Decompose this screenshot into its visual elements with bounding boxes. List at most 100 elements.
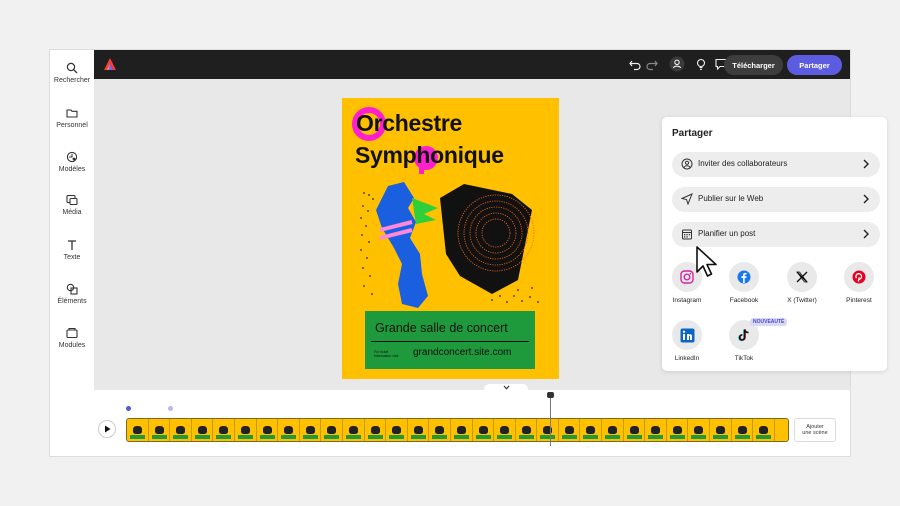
send-icon (681, 193, 693, 205)
social-label: Instagram (672, 297, 702, 304)
invite-icon (681, 158, 693, 170)
poster-title-line2[interactable]: Symphonique (355, 142, 504, 169)
poster-venue-box[interactable]: Grande salle de concert For ticket infor… (365, 311, 535, 369)
scene-thumbnail[interactable] (321, 419, 343, 441)
scene-thumbnail[interactable] (666, 419, 689, 441)
poster-small-text[interactable]: For ticket information visit (374, 350, 402, 358)
playhead-handle[interactable] (547, 392, 554, 398)
poster-site[interactable]: grandconcert.site.com (413, 347, 511, 358)
marker-dot[interactable] (126, 406, 131, 411)
scene-thumbnail[interactable] (170, 419, 192, 441)
play-icon (104, 425, 110, 433)
scene-thumbnail[interactable] (364, 419, 387, 441)
share-facebook[interactable]: Facebook (722, 262, 766, 304)
add-scene-button[interactable]: Ajouter une scène (794, 418, 836, 442)
media-icon (66, 194, 78, 206)
social-label: TikTok (734, 355, 754, 362)
timeline: Ajouter une scène (94, 390, 850, 456)
sidebar-item-modules[interactable]: Modules (50, 327, 94, 349)
download-button[interactable]: Télécharger (724, 55, 783, 75)
scene-thumbnail[interactable] (731, 419, 754, 441)
app-logo-icon[interactable] (103, 57, 117, 71)
instagram-icon (680, 270, 694, 284)
mouse-cursor-icon (696, 246, 717, 277)
poster-design[interactable]: Orchestre Symphonique Grande salle de co… (342, 98, 559, 379)
scene-thumbnail[interactable] (386, 419, 408, 441)
row-label: Planifier un post (698, 229, 756, 238)
sidebar-item-elements[interactable]: Éléments (50, 283, 94, 305)
scene-thumbnail[interactable] (213, 419, 235, 441)
share-tiktok[interactable]: TikTok (722, 320, 766, 362)
sidebar-item-label: Éléments (57, 298, 87, 305)
scene-thumbnail[interactable] (623, 419, 646, 441)
schedule-post-row[interactable]: Planifier un post (672, 222, 880, 247)
scene-thumbnail[interactable] (342, 419, 365, 441)
marker-dot[interactable] (168, 406, 173, 411)
search-icon (66, 62, 78, 74)
share-x-twitter[interactable]: X (Twitter) (780, 262, 824, 304)
scene-thumbnail[interactable] (127, 419, 149, 441)
sidebar-item-label: Personnel (56, 122, 88, 129)
left-sidebar: Rechercher Personnel Modèles Média Texte… (50, 50, 94, 456)
row-label: Publier sur le Web (698, 194, 764, 203)
scene-thumbnail[interactable] (299, 419, 322, 441)
sidebar-item-personal[interactable]: Personnel (50, 107, 94, 129)
scene-thumbnail[interactable] (472, 419, 495, 441)
elements-icon (66, 283, 78, 295)
redo-icon[interactable] (645, 57, 659, 71)
scene-thumbnail[interactable] (580, 419, 603, 441)
sidebar-item-media[interactable]: Média (50, 194, 94, 216)
poster-title-line1[interactable]: Orchestre (356, 110, 462, 137)
poster-divider (371, 341, 529, 342)
sidebar-item-label: Texte (63, 254, 81, 261)
scene-thumbnail[interactable] (558, 419, 581, 441)
scene-thumbnail[interactable] (753, 419, 775, 441)
scene-strip[interactable] (126, 418, 789, 442)
top-toolbar: Télécharger Partager (94, 50, 850, 79)
sidebar-item-templates[interactable]: Modèles (50, 151, 94, 173)
app-window: Rechercher Personnel Modèles Média Texte… (50, 50, 887, 456)
scene-thumbnail[interactable] (602, 419, 624, 441)
scene-thumbnail[interactable] (710, 419, 732, 441)
x-twitter-icon (796, 271, 808, 283)
pinterest-icon (852, 270, 866, 284)
text-icon (68, 240, 76, 250)
calendar-icon (682, 229, 692, 240)
design-canvas[interactable]: Orchestre Symphonique Grande salle de co… (94, 79, 887, 390)
scene-thumbnail[interactable] (688, 419, 711, 441)
row-label: Inviter des collaborateurs (698, 159, 788, 168)
scene-thumbnail[interactable] (537, 419, 559, 441)
social-label: Facebook (729, 297, 759, 304)
share-panel: Partager Inviter des collaborateurs Publ… (662, 117, 887, 371)
publish-web-row[interactable]: Publier sur le Web (672, 187, 880, 212)
play-button[interactable] (98, 420, 116, 438)
templates-icon (66, 151, 78, 163)
scene-thumbnail[interactable] (278, 419, 300, 441)
undo-icon[interactable] (628, 57, 642, 71)
scene-thumbnail[interactable] (148, 419, 171, 441)
user-icon[interactable] (669, 56, 685, 72)
scene-thumbnail[interactable] (450, 419, 473, 441)
sidebar-item-label: Modèles (58, 166, 86, 173)
sidebar-item-label: Média (62, 209, 82, 216)
playhead[interactable] (550, 393, 551, 446)
sidebar-item-text[interactable]: Texte (50, 239, 94, 261)
poster-venue[interactable]: Grande salle de concert (375, 321, 508, 335)
scene-thumbnail[interactable] (494, 419, 516, 441)
sidebar-item-label: Modules (58, 342, 86, 349)
scene-thumbnail[interactable] (515, 419, 538, 441)
share-button[interactable]: Partager (787, 55, 842, 75)
share-linkedin[interactable]: LinkedIn (665, 320, 709, 362)
scene-thumbnail[interactable] (645, 419, 667, 441)
chevron-right-icon (863, 194, 869, 204)
sidebar-item-search[interactable]: Rechercher (50, 62, 94, 84)
invite-collaborators-row[interactable]: Inviter des collaborateurs (672, 152, 880, 177)
scene-thumbnail[interactable] (256, 419, 279, 441)
lightbulb-icon[interactable] (694, 57, 708, 71)
scene-thumbnail[interactable] (407, 419, 430, 441)
sidebar-item-label: Rechercher (53, 77, 91, 84)
scene-thumbnail[interactable] (429, 419, 451, 441)
share-pinterest[interactable]: Pinterest (837, 262, 881, 304)
scene-thumbnail[interactable] (191, 419, 214, 441)
scene-thumbnail[interactable] (234, 419, 257, 441)
